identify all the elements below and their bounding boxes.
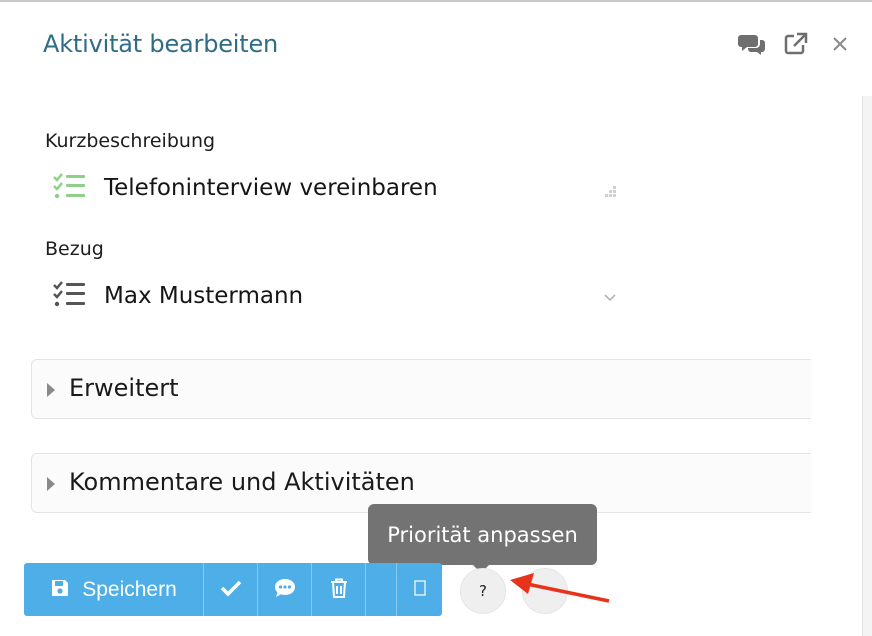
check-icon: [220, 579, 242, 601]
caret-right-icon: [47, 477, 55, 491]
reference-select[interactable]: Max Mustermann: [104, 283, 303, 309]
priority-label: ?: [479, 582, 487, 600]
resize-handle-icon[interactable]: [602, 183, 618, 203]
comments-icon[interactable]: [738, 30, 766, 58]
external-link-icon[interactable]: [782, 30, 810, 58]
save-button[interactable]: Speichern: [24, 563, 204, 616]
save-icon: [50, 578, 70, 602]
more-button[interactable]: [397, 563, 442, 616]
top-border: [0, 0, 872, 2]
save-label: Speichern: [82, 577, 177, 601]
section-erweitert[interactable]: Erweitert: [31, 359, 811, 419]
scrollbar[interactable]: [862, 96, 872, 636]
comment-button[interactable]: [258, 563, 312, 616]
task-list-icon: [52, 171, 86, 205]
section-label: Kommentare und Aktivitäten: [69, 468, 415, 496]
short-description-input[interactable]: Telefoninterview vereinbaren: [104, 175, 438, 201]
action-toolbar: Speichern: [24, 563, 442, 616]
short-description-field[interactable]: Telefoninterview vereinbaren: [52, 171, 438, 205]
section-label: Erweitert: [69, 374, 179, 402]
toolbar-spacer-button[interactable]: [366, 563, 397, 616]
header-actions: [738, 30, 854, 58]
close-icon[interactable]: [826, 30, 854, 58]
priority-button[interactable]: ?: [460, 568, 506, 614]
delete-button[interactable]: [312, 563, 366, 616]
square-icon: [413, 579, 426, 600]
task-list-icon: [52, 279, 86, 313]
reference-label: Bezug: [45, 238, 104, 260]
priority-tooltip: Priorität anpassen: [368, 504, 597, 573]
chevron-down-icon[interactable]: [602, 289, 618, 309]
caret-right-icon: [47, 383, 55, 397]
dialog-title: Aktivität bearbeiten: [43, 30, 279, 58]
reference-field[interactable]: Max Mustermann: [52, 279, 303, 313]
short-description-label: Kurzbeschreibung: [45, 130, 216, 152]
comment-icon: [273, 577, 297, 603]
complete-button[interactable]: [204, 563, 258, 616]
trash-icon: [329, 577, 349, 603]
annotation-arrow-icon: [505, 570, 615, 614]
